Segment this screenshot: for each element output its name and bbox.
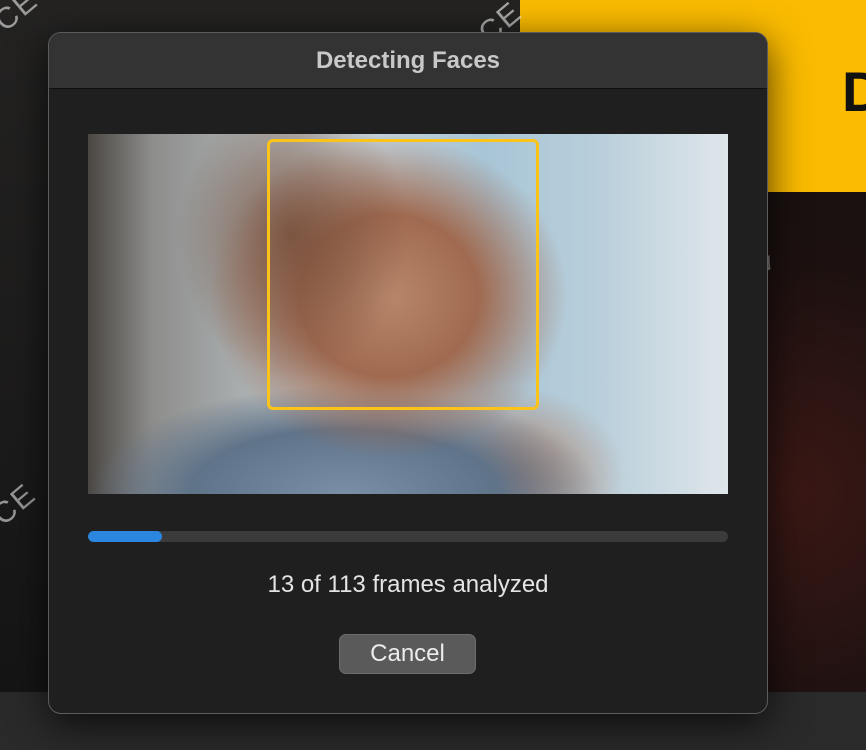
cancel-button[interactable]: Cancel xyxy=(339,634,476,674)
progress-bar-fill xyxy=(88,531,162,542)
analysis-progress-bar xyxy=(88,531,728,542)
dialog-titlebar: Detecting Faces xyxy=(49,33,767,89)
frames-analyzed-status: 13 of 113 frames analyzed xyxy=(267,571,549,598)
face-detection-box xyxy=(267,139,539,410)
dialog-title: Detecting Faces xyxy=(315,46,501,74)
detecting-faces-dialog: Detecting Faces 13 of 113 frames analyze… xyxy=(48,32,768,714)
background-yellow-panel-text: D xyxy=(842,60,866,123)
video-frame-preview xyxy=(88,134,728,494)
